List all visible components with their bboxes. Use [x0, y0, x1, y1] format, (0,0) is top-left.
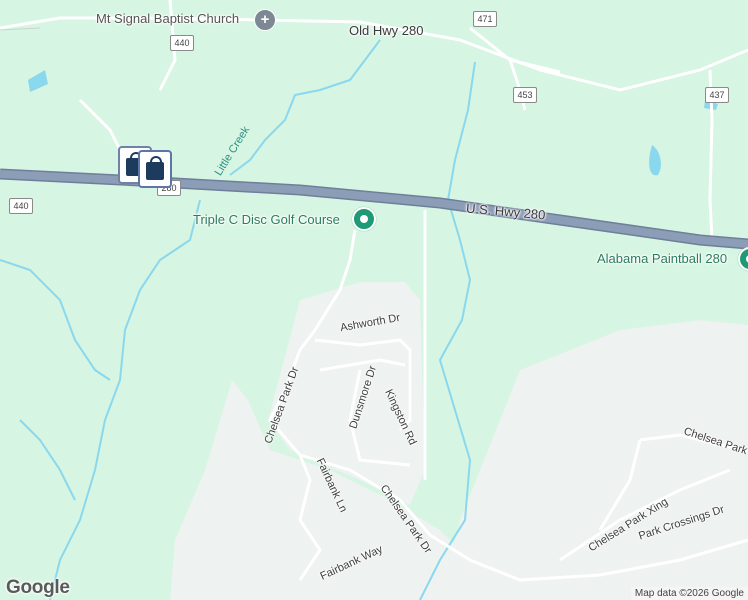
route-shield-453: 453 [513, 87, 537, 103]
road-label-old-hwy-280: Old Hwy 280 [349, 23, 424, 38]
map-canvas[interactable]: Old Hwy 280 U.S. Hwy 280 Ashworth Dr Che… [0, 0, 748, 600]
route-shield-440-left: 440 [9, 198, 33, 214]
map-base-layer [0, 0, 748, 600]
poi-label-church[interactable]: Mt Signal Baptist Church [96, 12, 239, 25]
route-shield-440-top: 440 [170, 35, 194, 51]
shopping-bag-icon[interactable] [138, 150, 172, 188]
route-shield-471: 471 [473, 11, 497, 27]
route-shield-437: 437 [705, 87, 729, 103]
poi-label-disc-golf[interactable]: Triple C Disc Golf Course [193, 213, 340, 226]
park-pin-icon[interactable] [352, 207, 376, 231]
map-attribution[interactable]: Map data ©2026 Google [630, 587, 748, 600]
google-logo: Google [6, 577, 70, 598]
church-cross-icon[interactable]: + [254, 9, 276, 31]
poi-label-paintball[interactable]: Alabama Paintball 280 [597, 252, 727, 265]
